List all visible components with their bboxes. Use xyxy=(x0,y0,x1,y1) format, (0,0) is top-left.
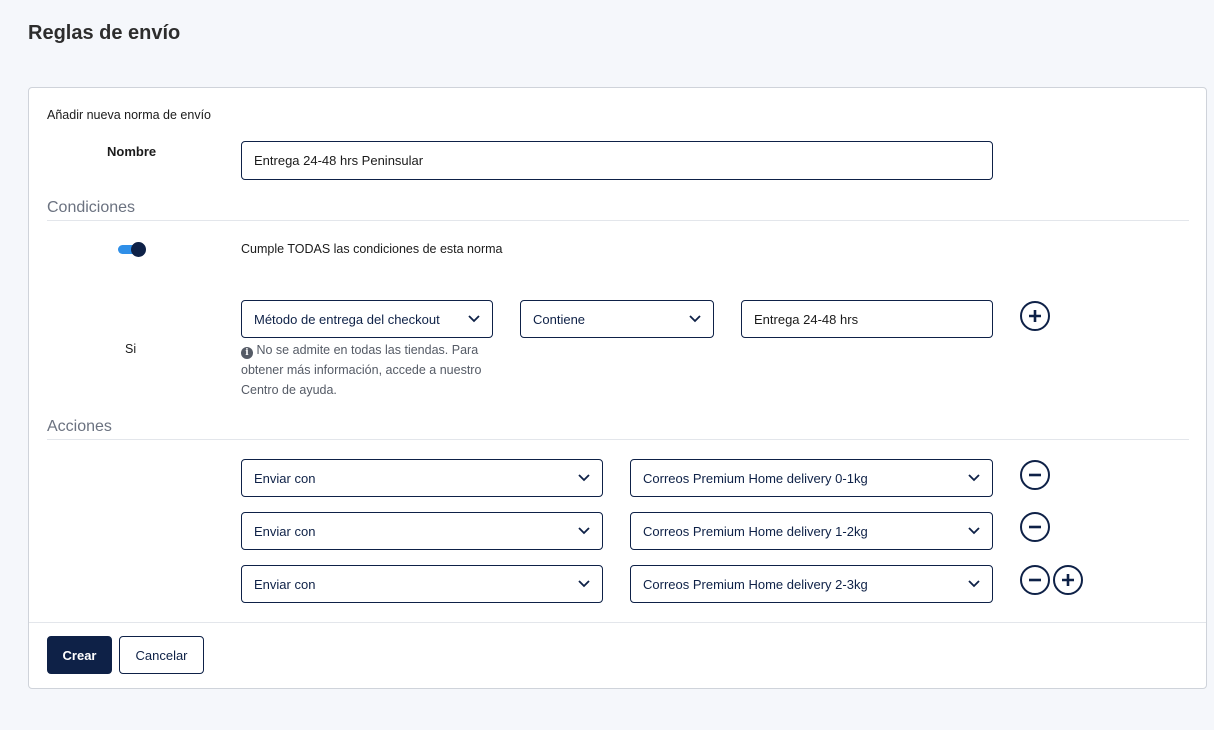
shipping-service-value: Correos Premium Home delivery 2-3kg xyxy=(643,576,868,592)
name-input[interactable]: Entrega 24-48 hrs Peninsular xyxy=(241,141,993,180)
minus-icon xyxy=(1029,578,1041,582)
chevron-down-icon xyxy=(468,313,480,325)
info-icon: i xyxy=(241,347,253,359)
minus-icon xyxy=(1029,473,1041,477)
remove-action-button[interactable] xyxy=(1020,565,1050,595)
actions-divider xyxy=(47,439,1189,440)
condition-field-select[interactable]: Método de entrega del checkout xyxy=(241,300,493,338)
if-label: Si xyxy=(125,342,137,356)
condition-operator-select[interactable]: Contiene xyxy=(520,300,714,338)
condition-value-input[interactable]: Entrega 24-48 hrs xyxy=(741,300,993,338)
chevron-down-icon xyxy=(968,472,980,484)
action-select[interactable]: Enviar con xyxy=(241,459,603,497)
chevron-down-icon xyxy=(968,578,980,590)
condition-field-value: Método de entrega del checkout xyxy=(254,311,440,327)
create-button[interactable]: Crear xyxy=(47,636,112,674)
conditions-divider xyxy=(47,220,1189,221)
add-action-button[interactable] xyxy=(1053,565,1083,595)
condition-help-content: No se admite en todas las tiendas. Para … xyxy=(241,343,482,397)
chevron-down-icon xyxy=(689,313,701,325)
actions-section-title: Acciones xyxy=(47,418,112,435)
cancel-button[interactable]: Cancelar xyxy=(119,636,204,674)
condition-help-text: i No se admite en todas las tiendas. Par… xyxy=(241,340,501,400)
rule-form-card: Añadir nueva norma de envío Nombre Entre… xyxy=(28,87,1207,689)
plus-icon xyxy=(1029,310,1041,322)
footer-divider xyxy=(29,622,1206,623)
name-label: Nombre xyxy=(107,144,157,159)
remove-action-button[interactable] xyxy=(1020,512,1050,542)
chevron-down-icon xyxy=(578,472,590,484)
add-condition-button[interactable] xyxy=(1020,301,1050,331)
remove-action-button[interactable] xyxy=(1020,460,1050,490)
plus-icon xyxy=(1062,574,1074,586)
action-select[interactable]: Enviar con xyxy=(241,565,603,603)
shipping-service-value: Correos Premium Home delivery 0-1kg xyxy=(643,470,868,486)
minus-icon xyxy=(1029,525,1041,529)
match-all-toggle[interactable] xyxy=(118,242,146,257)
form-subtitle: Añadir nueva norma de envío xyxy=(47,108,211,122)
action-value: Enviar con xyxy=(254,470,316,486)
action-value: Enviar con xyxy=(254,523,316,539)
action-value: Enviar con xyxy=(254,576,316,592)
condition-operator-value: Contiene xyxy=(533,311,586,327)
shipping-service-select[interactable]: Correos Premium Home delivery 0-1kg xyxy=(630,459,993,497)
conditions-section-title: Condiciones xyxy=(47,199,136,216)
chevron-down-icon xyxy=(578,525,590,537)
action-select[interactable]: Enviar con xyxy=(241,512,603,550)
chevron-down-icon xyxy=(578,578,590,590)
match-all-label: Cumple TODAS las condiciones de esta nor… xyxy=(241,242,503,256)
shipping-service-select[interactable]: Correos Premium Home delivery 2-3kg xyxy=(630,565,993,603)
shipping-service-select[interactable]: Correos Premium Home delivery 1-2kg xyxy=(630,512,993,550)
shipping-service-value: Correos Premium Home delivery 1-2kg xyxy=(643,523,868,539)
page-title: Reglas de envío xyxy=(28,22,181,44)
chevron-down-icon xyxy=(968,525,980,537)
